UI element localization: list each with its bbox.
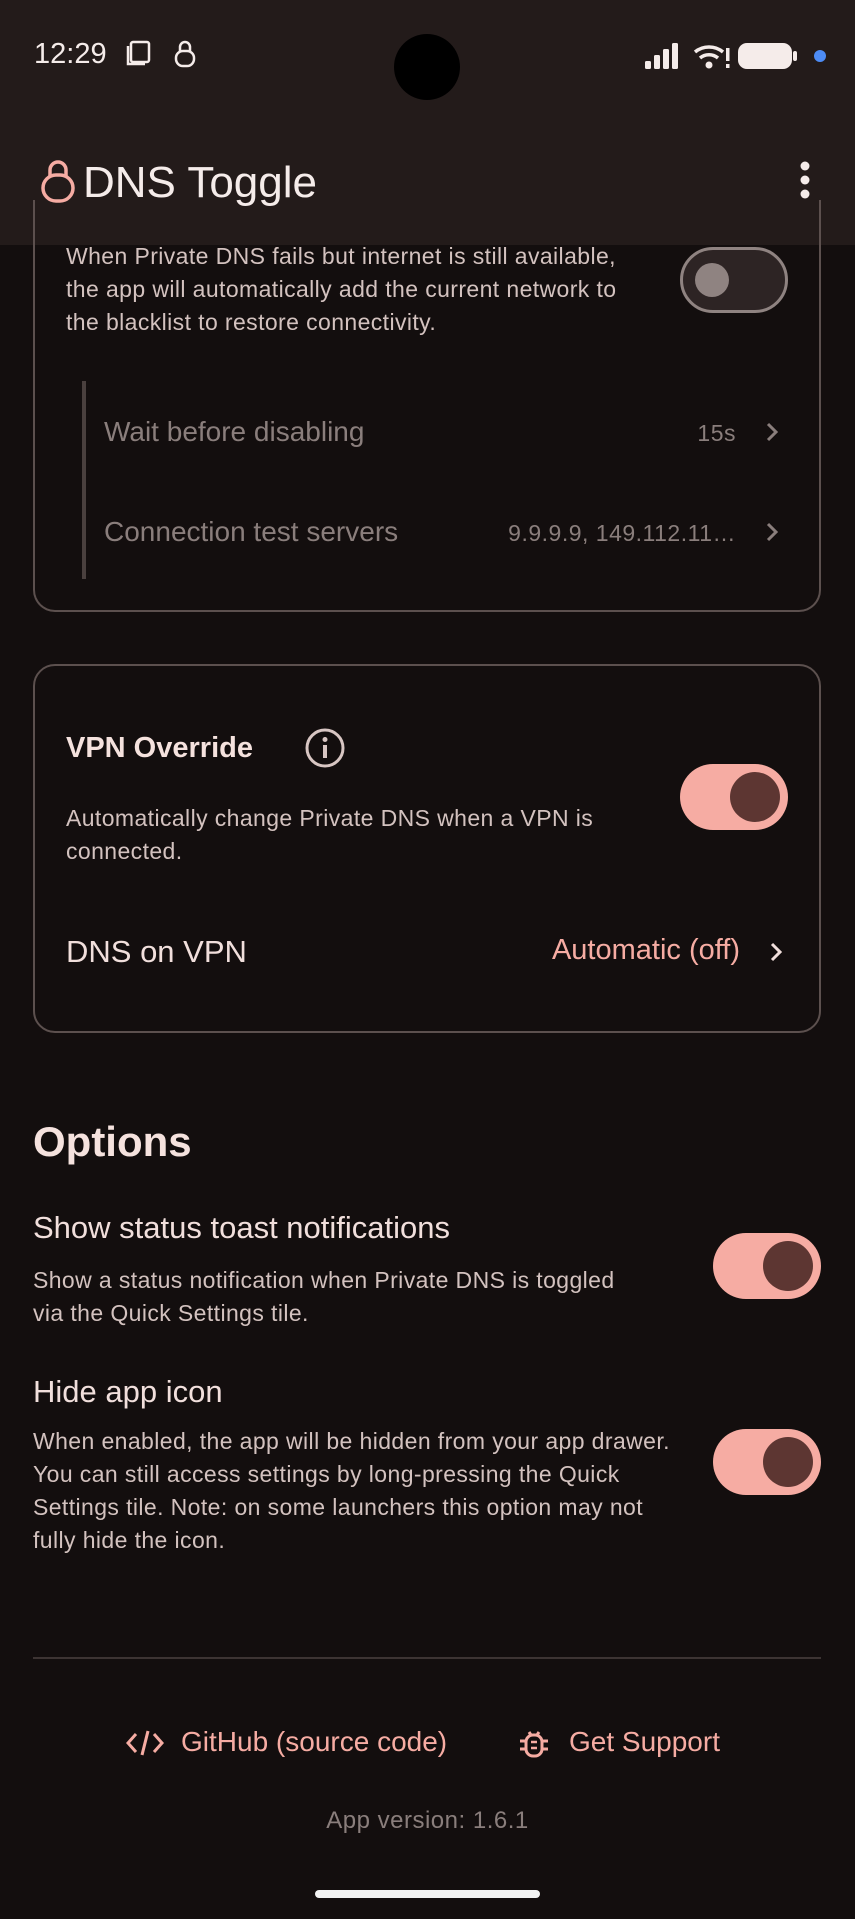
- lock-icon: [174, 40, 196, 68]
- wait-before-disabling-row[interactable]: Wait before disabling 15s: [86, 400, 786, 464]
- github-link[interactable]: GitHub (source code): [126, 1724, 466, 1764]
- info-icon[interactable]: [303, 726, 347, 770]
- vpn-override-title: VPN Override: [66, 732, 253, 764]
- connection-test-servers-value: 9.9.9.9, 149.112.11…: [508, 520, 736, 546]
- dns-on-vpn-label: DNS on VPN: [66, 934, 247, 969]
- dns-on-vpn-value: Automatic (off): [551, 934, 740, 966]
- wifi-icon: [693, 45, 730, 69]
- toggle-knob: [763, 1437, 813, 1487]
- more-options-icon[interactable]: [794, 160, 816, 200]
- toggle-knob: [695, 263, 729, 297]
- dns-on-vpn-row[interactable]: DNS on VPN Automatic (off): [50, 922, 790, 982]
- get-support-link[interactable]: Get Support: [518, 1724, 738, 1764]
- auto-disable-toggle[interactable]: [680, 247, 788, 313]
- battery-icon: [738, 43, 797, 69]
- status-time: 12:29: [34, 38, 107, 70]
- bug-icon: [520, 1731, 548, 1758]
- wait-before-disabling-label: Wait before disabling: [104, 416, 365, 447]
- wait-before-disabling-value: 15s: [697, 420, 736, 446]
- get-support-label: Get Support: [569, 1726, 720, 1757]
- hide-app-icon-description: When enabled, the app will be hidden fro…: [33, 1428, 670, 1553]
- auto-disable-description: When Private DNS fails but internet is s…: [66, 243, 617, 335]
- status-toast-title: Show status toast notifications: [33, 1210, 451, 1245]
- status-toast-description: Show a status notification when Private …: [33, 1267, 615, 1326]
- hide-app-icon-title: Hide app icon: [33, 1374, 223, 1409]
- lock-icon: [41, 160, 75, 203]
- app-version: App version: 1.6.1: [326, 1807, 529, 1834]
- footer-divider: [33, 1657, 821, 1659]
- camera-cutout: [394, 34, 460, 100]
- home-indicator[interactable]: [315, 1890, 540, 1898]
- connection-test-servers-label: Connection test servers: [104, 516, 399, 547]
- hide-app-icon-toggle[interactable]: [713, 1429, 821, 1495]
- notification-dot: [814, 50, 826, 62]
- options-heading: Options: [33, 1118, 192, 1165]
- status-bar: 12:29: [0, 0, 855, 110]
- vpn-override-toggle[interactable]: [680, 764, 788, 830]
- status-toast-toggle[interactable]: [713, 1233, 821, 1299]
- connection-test-servers-row[interactable]: Connection test servers 9.9.9.9, 149.112…: [86, 500, 786, 564]
- chevron-right-icon: [766, 522, 779, 542]
- github-label: GitHub (source code): [181, 1726, 448, 1757]
- signal-icon: [645, 43, 678, 69]
- toggle-knob: [730, 772, 780, 822]
- toggle-knob: [763, 1241, 813, 1291]
- vpn-override-description: Automatically change Private DNS when a …: [66, 805, 594, 864]
- chevron-right-icon: [766, 422, 779, 442]
- screenshot-icon: [126, 40, 151, 66]
- chevron-right-icon: [770, 942, 783, 962]
- code-icon: [126, 1730, 164, 1756]
